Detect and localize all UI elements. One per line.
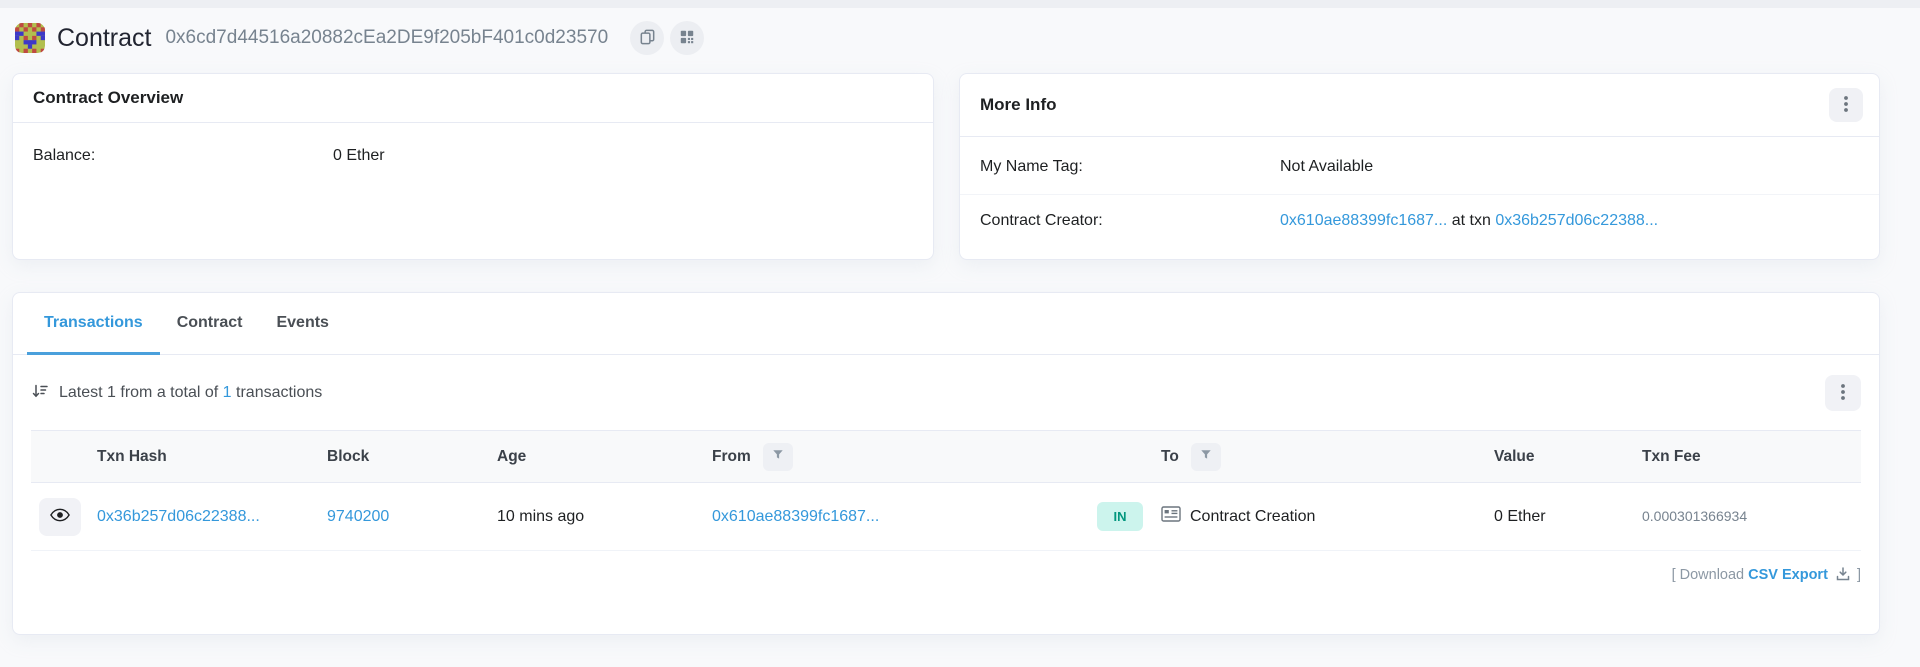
csv-export-link[interactable]: CSV Export (1748, 567, 1828, 583)
cell-txn-fee: 0.000301366934 (1622, 483, 1861, 551)
contract-overview-card: Contract Overview Balance: 0 Ether (12, 73, 934, 260)
top-strip (0, 0, 1920, 8)
tab-events[interactable]: Events (259, 293, 345, 355)
cell-from: 0x610ae88399fc1687... (704, 483, 1089, 551)
tab-contract[interactable]: Contract (160, 293, 260, 355)
name-tag-row: My Name Tag: Not Available (960, 137, 1879, 195)
more-info-header: More Info (960, 74, 1879, 137)
header-from: From (704, 431, 1089, 483)
csv-export-row: [ Download CSV Export ] (31, 567, 1861, 585)
copy-address-button[interactable] (630, 21, 664, 55)
creator-txn-link[interactable]: 0x36b257d06c22388... (1495, 212, 1658, 229)
summary-text: Latest 1 from a total of 1 transactions (59, 384, 322, 402)
contract-creation-icon (1161, 506, 1181, 527)
header-block: Block (319, 431, 489, 483)
qr-code-button[interactable] (670, 21, 704, 55)
header-value: Value (1472, 431, 1622, 483)
transactions-card: Transactions Contract Events Latest 1 fr… (12, 292, 1880, 635)
transactions-summary-row: Latest 1 from a total of 1 transactions (31, 375, 1861, 411)
download-icon (1836, 567, 1850, 585)
transactions-summary: Latest 1 from a total of 1 transactions (31, 382, 322, 405)
header-to-label: To (1161, 448, 1179, 465)
contract-overview-title: Contract Overview (33, 88, 183, 108)
header-from-label: From (712, 448, 751, 465)
method-label: Contract Creation (1190, 508, 1315, 526)
txn-hash-link[interactable]: 0x36b257d06c22388... (97, 508, 260, 525)
contract-creator-value: 0x610ae88399fc1687... at txn 0x36b257d06… (1280, 212, 1658, 230)
page-header: Contract 0x6cd7d44516a20882cEa2DE9f205bF… (0, 8, 1920, 69)
download-prefix: [ Download (1672, 567, 1745, 583)
tabbar: Transactions Contract Events (13, 293, 1879, 355)
eye-icon (50, 508, 70, 525)
copy-icon (638, 27, 657, 49)
name-tag-label: My Name Tag: (980, 158, 1280, 176)
summary-cards-row: Contract Overview Balance: 0 Ether More … (12, 73, 1880, 260)
transactions-content: Latest 1 from a total of 1 transactions (13, 375, 1879, 585)
more-info-title: More Info (980, 95, 1057, 115)
from-address-link[interactable]: 0x610ae88399fc1687... (712, 508, 879, 525)
contract-address: 0x6cd7d44516a20882cEa2DE9f205bF401c0d235… (165, 27, 608, 49)
page-title: Contract (57, 24, 151, 53)
header-txn-fee[interactable]: Txn Fee (1622, 431, 1861, 483)
download-suffix: ] (1857, 567, 1861, 583)
header-age[interactable]: Age (489, 431, 704, 483)
grid-icon (679, 29, 695, 48)
cell-eye (31, 483, 89, 551)
transactions-menu-button[interactable] (1825, 375, 1861, 411)
summary-prefix: Latest 1 from a total of (59, 384, 218, 401)
cell-direction: IN (1089, 483, 1147, 551)
table-row: 0x36b257d06c22388... 9740200 10 mins ago… (31, 483, 1861, 551)
table-header-row: Txn Hash Block Age From (31, 431, 1861, 483)
block-link[interactable]: 9740200 (327, 508, 389, 525)
more-info-card: More Info My Name Tag: Not Available Con… (959, 73, 1880, 260)
cell-value: 0 Ether (1472, 483, 1622, 551)
transactions-table: Txn Hash Block Age From (31, 430, 1861, 551)
contract-creator-label: Contract Creator: (980, 212, 1280, 230)
cell-block: 9740200 (319, 483, 489, 551)
from-filter-button[interactable] (763, 443, 793, 471)
cell-age: 10 mins ago (489, 483, 704, 551)
balance-label: Balance: (33, 147, 333, 165)
filter-icon (1200, 449, 1212, 464)
cell-txn-hash: 0x36b257d06c22388... (89, 483, 319, 551)
private-note-button[interactable] (39, 498, 81, 536)
direction-badge: IN (1097, 502, 1143, 531)
more-info-menu-button[interactable] (1829, 88, 1863, 122)
summary-suffix: transactions (236, 384, 322, 401)
creator-address-link[interactable]: 0x610ae88399fc1687... (1280, 212, 1447, 229)
balance-value: 0 Ether (333, 147, 385, 165)
summary-count-link[interactable]: 1 (223, 384, 232, 401)
at-txn-text: at txn (1452, 212, 1491, 229)
filter-icon (772, 449, 784, 464)
contract-creator-row: Contract Creator: 0x610ae88399fc1687... … (960, 195, 1879, 230)
header-eye-spacer (31, 431, 89, 483)
kebab-menu-icon (1841, 384, 1845, 403)
tab-transactions[interactable]: Transactions (27, 293, 160, 355)
header-to: To (1147, 431, 1472, 483)
contract-overview-header: Contract Overview (13, 74, 933, 123)
header-txn-hash: Txn Hash (89, 431, 319, 483)
contract-identicon (15, 23, 45, 53)
sort-icon (31, 382, 49, 405)
balance-row: Balance: 0 Ether (13, 123, 933, 165)
cell-to: Contract Creation (1147, 483, 1472, 551)
name-tag-value: Not Available (1280, 158, 1373, 176)
to-filter-button[interactable] (1191, 443, 1221, 471)
txn-fee-value: 0.000301366934 (1642, 508, 1747, 524)
kebab-menu-icon (1844, 96, 1848, 115)
header-badge-spacer (1089, 431, 1147, 483)
